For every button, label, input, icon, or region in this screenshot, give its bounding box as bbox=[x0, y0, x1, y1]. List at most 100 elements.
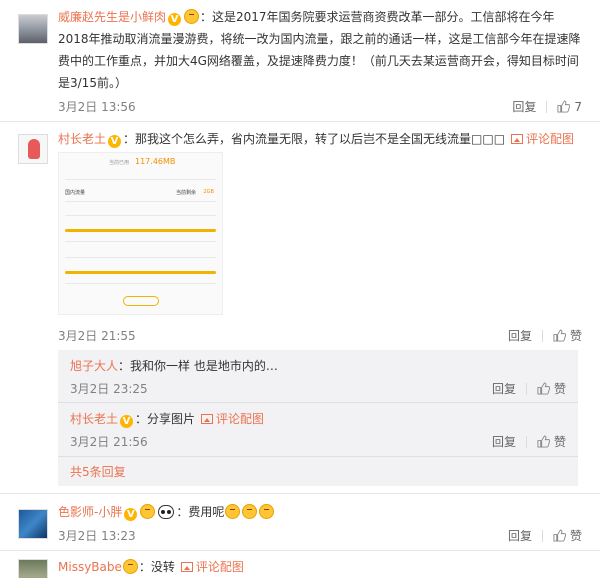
like-label: 赞 bbox=[553, 435, 566, 449]
comment-actions: 回复 7 bbox=[512, 98, 582, 115]
screenshot-section-title: 国内流量 bbox=[65, 190, 86, 196]
comment-text: ：那我这个怎么弄，省内流量无限，转了以后岂不是全国无线流量 bbox=[123, 132, 472, 146]
divider bbox=[525, 435, 527, 448]
divider bbox=[65, 179, 216, 180]
reply-button[interactable]: 回复 bbox=[508, 327, 532, 344]
comment-text-trailing: □□□ bbox=[471, 132, 506, 146]
reply-button[interactable]: 回复 bbox=[512, 98, 536, 115]
comment-body: 村长老土 V ：那我这个怎么弄，省内流量无限，转了以后岂不是全国无线流量□□□ 评论配… bbox=[58, 128, 584, 150]
reply-button[interactable]: 回复 bbox=[492, 433, 516, 450]
like-label: 赞 bbox=[553, 382, 566, 396]
emoji-icon bbox=[140, 504, 156, 519]
reply-button[interactable]: 回复 bbox=[492, 380, 516, 397]
comment-body: 色影师-小胖 V ：费用呢 bbox=[58, 501, 584, 523]
divider bbox=[525, 382, 527, 395]
like-count: 7 bbox=[574, 99, 582, 114]
divider bbox=[0, 121, 600, 122]
sub-reply-time: 3月2日 21:56 bbox=[70, 435, 148, 449]
sub-reply-time: 3月2日 23:25 bbox=[70, 382, 148, 396]
comment-time: 3月2日 13:23 bbox=[58, 529, 136, 543]
divider bbox=[65, 257, 216, 258]
view-comment-image-label: 评论配图 bbox=[216, 412, 265, 426]
sub-reply: 旭子大人：我和你一样 也是地市内的… 3月2日 23:25 回复 赞 bbox=[70, 356, 566, 396]
sub-reply-username[interactable]: 旭子大人 bbox=[70, 359, 118, 373]
like-label: 赞 bbox=[569, 529, 582, 543]
screenshot-right-value: 2GB bbox=[203, 189, 215, 195]
image-icon bbox=[180, 562, 193, 572]
sub-reply-actions: 回复 赞 bbox=[492, 433, 566, 450]
usage-bar bbox=[65, 229, 216, 232]
sub-reply-meta: 3月2日 21:56 回复 赞 bbox=[70, 433, 566, 453]
comment-text: ：费用呢 bbox=[176, 505, 225, 519]
sub-reply-meta: 3月2日 23:25 回复 赞 bbox=[70, 380, 566, 400]
image-icon bbox=[201, 414, 214, 424]
emoji-icon bbox=[225, 504, 241, 519]
comment-body: MissyBabe ：没转 评论配图 bbox=[58, 556, 584, 578]
like-button[interactable]: 赞 bbox=[553, 327, 582, 344]
verified-badge-icon: V bbox=[120, 415, 134, 428]
comment-body: 威廉赵先生是小鲜肉 V ：这是2017年国务院要求运营商资费改革一部分。工信部将在今… bbox=[58, 6, 584, 94]
divider bbox=[58, 402, 578, 403]
sub-reply-actions: 回复 赞 bbox=[492, 380, 566, 397]
verified-badge-icon: V bbox=[108, 135, 122, 148]
view-comment-image-button[interactable]: 评论配图 bbox=[180, 560, 244, 574]
sub-replies-panel: 旭子大人：我和你一样 也是地市内的… 3月2日 23:25 回复赞 村长老土 V：… bbox=[58, 350, 578, 486]
screenshot-label: 当前已用 bbox=[109, 160, 130, 166]
sub-reply-text: ：我和你一样 也是地市内的… bbox=[118, 359, 278, 373]
comment-meta: 3月2日 13:56 回复 7 bbox=[58, 98, 582, 118]
view-comment-image-label: 评论配图 bbox=[195, 560, 244, 574]
divider bbox=[65, 201, 216, 202]
divider bbox=[546, 100, 548, 113]
reply-button[interactable]: 回复 bbox=[508, 527, 532, 544]
thumbs-up-icon bbox=[553, 529, 566, 542]
comment-time: 3月2日 21:55 bbox=[58, 329, 136, 343]
comment-username[interactable]: MissyBabe bbox=[58, 560, 122, 574]
like-button[interactable]: 赞 bbox=[553, 527, 582, 544]
like-button[interactable]: 赞 bbox=[537, 433, 566, 450]
divider bbox=[65, 241, 216, 242]
comment-actions: 回复 赞 bbox=[508, 327, 582, 344]
thumbs-up-icon bbox=[537, 382, 550, 395]
comment-image[interactable]: 当前已用 117.46MB 国内流量 当前剩余 2GB bbox=[58, 152, 223, 315]
like-label: 赞 bbox=[569, 329, 582, 343]
view-comment-image-button[interactable]: 评论配图 bbox=[511, 132, 574, 146]
comment-meta: 3月2日 21:55 回复 赞 bbox=[58, 327, 582, 347]
screenshot-right-label: 当前剩余 bbox=[175, 190, 196, 196]
thumbs-up-icon bbox=[553, 329, 566, 342]
more-replies-link[interactable]: 共5条回复 bbox=[70, 465, 126, 479]
divider bbox=[0, 550, 600, 551]
divider bbox=[541, 329, 543, 342]
view-comment-image-label: 评论配图 bbox=[526, 132, 575, 146]
screenshot-button bbox=[123, 296, 159, 306]
sub-reply-text: ：分享图片 bbox=[135, 412, 196, 426]
comment-username[interactable]: 威廉赵先生是小鲜肉 bbox=[58, 10, 166, 24]
emoji-icon bbox=[184, 9, 200, 24]
thumbs-up-icon bbox=[557, 100, 571, 113]
divider bbox=[0, 493, 600, 494]
emoji-icon bbox=[242, 504, 258, 519]
verified-badge-icon: V bbox=[168, 13, 182, 26]
like-button[interactable]: 7 bbox=[557, 99, 582, 114]
avatar[interactable] bbox=[18, 559, 48, 578]
avatar[interactable] bbox=[18, 509, 48, 539]
comment-username[interactable]: 色影师-小胖 bbox=[58, 505, 122, 519]
divider bbox=[65, 283, 216, 284]
comment-time: 3月2日 13:56 bbox=[58, 100, 136, 114]
comment-username[interactable]: 村长老土 bbox=[58, 132, 106, 146]
avatar[interactable] bbox=[18, 134, 48, 164]
divider bbox=[541, 529, 543, 542]
screenshot-value: 117.46MB bbox=[135, 157, 176, 166]
divider bbox=[65, 215, 216, 216]
image-icon bbox=[511, 134, 524, 144]
like-button[interactable]: 赞 bbox=[537, 380, 566, 397]
thumbs-up-icon bbox=[537, 435, 550, 448]
avatar[interactable] bbox=[18, 14, 48, 44]
emoji-icon bbox=[122, 559, 138, 574]
view-comment-image-button[interactable]: 评论配图 bbox=[201, 412, 264, 426]
usage-bar bbox=[65, 271, 216, 274]
panda-icon bbox=[158, 505, 175, 519]
comment-meta: 3月2日 13:23 回复 赞 bbox=[58, 527, 582, 547]
more-replies: 共5条回复 bbox=[70, 462, 566, 482]
sub-reply-username[interactable]: 村长老土 bbox=[70, 412, 118, 426]
comment-text: ：没转 bbox=[138, 560, 175, 574]
